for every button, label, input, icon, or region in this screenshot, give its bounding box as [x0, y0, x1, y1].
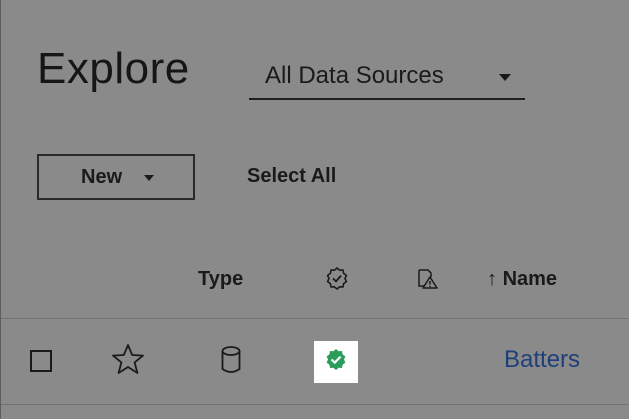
- row-divider: [1, 404, 629, 405]
- data-sources-dropdown[interactable]: All Data Sources: [249, 58, 525, 100]
- column-header-name[interactable]: ↑ Name: [487, 268, 557, 291]
- chevron-down-icon: [499, 74, 511, 81]
- certified-badge: [314, 341, 358, 383]
- certified-check-icon: [326, 349, 346, 370]
- chevron-down-icon: [144, 175, 154, 181]
- new-button-label: New: [81, 166, 123, 188]
- data-sources-dropdown-label: All Data Sources: [265, 62, 444, 89]
- certified-column-icon[interactable]: [325, 266, 349, 290]
- data-quality-warning-column-icon[interactable]: [416, 268, 438, 290]
- favorite-star-icon[interactable]: [111, 343, 145, 375]
- header-divider: [1, 318, 629, 319]
- column-header-name-label: Name: [502, 268, 558, 290]
- sort-ascending-icon: ↑: [487, 268, 497, 290]
- column-header-type[interactable]: Type: [198, 268, 243, 291]
- new-button[interactable]: New: [37, 154, 195, 200]
- explore-panel: Explore All Data Sources New Select All …: [0, 0, 629, 419]
- database-icon: [221, 346, 241, 373]
- select-all-button[interactable]: Select All: [247, 165, 336, 188]
- row-select-checkbox[interactable]: [30, 350, 52, 372]
- row-name-link[interactable]: Batters: [504, 346, 580, 374]
- page-title: Explore: [37, 44, 190, 93]
